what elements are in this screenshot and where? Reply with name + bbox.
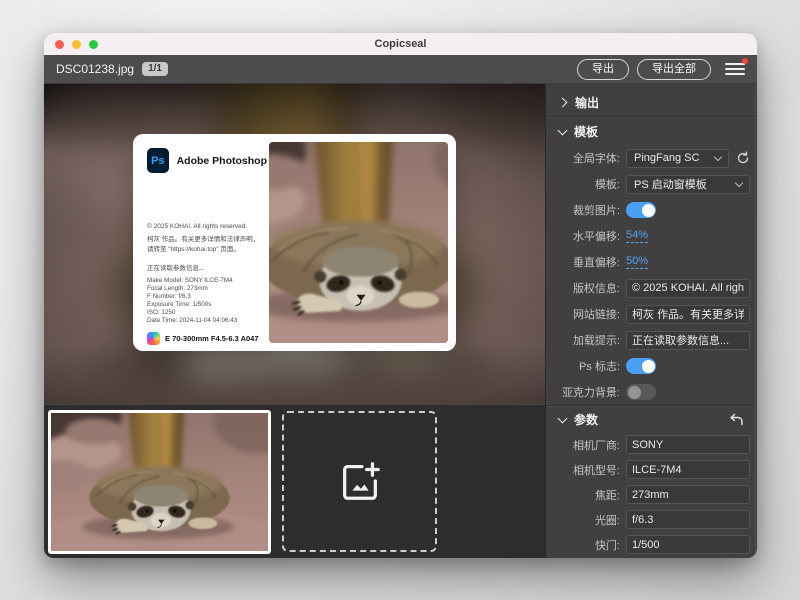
section-output[interactable]: 输出	[546, 88, 757, 116]
template-select[interactable]: PS 启动窗模板	[626, 175, 750, 194]
shutter-label: 快门:	[546, 537, 626, 553]
page-count-badge: 1/1	[142, 62, 168, 76]
copyright-label: 版权信息:	[546, 280, 626, 296]
export-button[interactable]: 导出	[577, 59, 629, 80]
copyright-input[interactable]	[626, 279, 750, 298]
loading-input[interactable]	[626, 331, 750, 350]
acrylic-label: 亚克力背景:	[546, 384, 626, 400]
titlebar: Copicseal	[44, 33, 757, 55]
export-all-button[interactable]: 导出全部	[637, 59, 711, 80]
chevron-down-icon	[558, 413, 568, 423]
aperture-label: 光圈:	[546, 512, 626, 528]
camera-make-row: 相机厂商:	[546, 432, 757, 457]
card-lens-info: E 70-300mm F4.5-6.3 A047	[165, 334, 259, 343]
camera-model-row: 相机型号:	[546, 457, 757, 482]
refresh-fonts-icon[interactable]	[736, 151, 750, 165]
crop-row: 裁剪图片:	[546, 197, 757, 223]
copyright-row: 版权信息:	[546, 275, 757, 301]
shutter-input[interactable]	[626, 535, 750, 554]
ps-logo-row: Ps 标志:	[546, 353, 757, 379]
section-params[interactable]: 参数	[546, 406, 757, 432]
website-row: 网站链接:	[546, 301, 757, 327]
lens-brand-icon	[147, 332, 160, 345]
toolbar: DSC01238.jpg 1/1 导出 导出全部	[44, 55, 757, 84]
chevron-right-icon	[558, 97, 568, 107]
notification-dot	[742, 58, 748, 64]
acrylic-toggle[interactable]	[626, 384, 656, 400]
h-offset-value[interactable]: 54%	[626, 229, 648, 243]
section-template-title: 模板	[574, 123, 598, 140]
font-select[interactable]: PingFang SC	[626, 149, 729, 168]
card-exif-block: Make Model: SONY ILCE-7M4 Focal Length: …	[147, 277, 267, 325]
current-filename: DSC01238.jpg	[56, 62, 134, 76]
focal-length-row: 焦距:	[546, 482, 757, 507]
v-offset-row: 垂直偏移: 50%	[546, 249, 757, 275]
app-window: Copicseal DSC01238.jpg 1/1 导出 导出全部	[44, 33, 757, 558]
watermark-card[interactable]: Ps Adobe Photoshop © 2025 KOHAI. All rig…	[133, 134, 456, 351]
acrylic-row: 亚克力背景:	[546, 379, 757, 405]
card-app-title: Adobe Photoshop	[177, 155, 267, 167]
focal-length-input[interactable]	[626, 485, 750, 504]
camera-model-label: 相机型号:	[546, 462, 626, 478]
card-description: 柯灰 作品。有关更多详情和法律声明， 请转至 “https://kohai.to…	[147, 235, 267, 255]
add-image-icon	[337, 459, 383, 505]
loading-label: 加载提示:	[546, 332, 626, 348]
website-label: 网站链接:	[546, 306, 626, 322]
website-input[interactable]	[626, 305, 750, 324]
aperture-input[interactable]	[626, 510, 750, 529]
shutter-row: 快门:	[546, 532, 757, 557]
card-photo	[269, 142, 448, 343]
v-offset-label: 垂直偏移:	[546, 254, 626, 270]
window-title: Copicseal	[44, 38, 757, 50]
focal-length-label: 焦距:	[546, 487, 626, 503]
h-offset-row: 水平偏移: 54%	[546, 223, 757, 249]
camera-make-label: 相机厂商:	[546, 437, 626, 453]
camera-make-input[interactable]	[626, 435, 750, 454]
template-row: 模板: PS 启动窗模板	[546, 171, 757, 197]
section-params-title: 参数	[574, 411, 598, 428]
chevron-down-icon	[558, 125, 568, 135]
section-output-title: 输出	[575, 94, 599, 111]
crop-toggle[interactable]	[626, 202, 656, 218]
template-label: 模板:	[546, 176, 626, 192]
font-row: 全局字体: PingFang SC	[546, 145, 757, 171]
preview-area: Ps Adobe Photoshop © 2025 KOHAI. All rig…	[44, 84, 545, 404]
camera-model-input[interactable]	[626, 460, 750, 479]
font-label: 全局字体:	[546, 150, 626, 166]
card-copyright: © 2025 KOHAI. All rights reserved.	[147, 223, 267, 230]
settings-panel: 输出 模板 全局字体: PingFang SC	[545, 84, 757, 558]
thumbnail-photo[interactable]	[48, 410, 271, 554]
h-offset-label: 水平偏移:	[546, 228, 626, 244]
card-loading-text: 正在读取参数信息...	[147, 262, 267, 272]
filmstrip	[44, 404, 545, 558]
aperture-row: 光圈:	[546, 507, 757, 532]
loading-row: 加载提示:	[546, 327, 757, 353]
chevron-down-icon	[735, 179, 743, 187]
hamburger-menu-button[interactable]	[725, 60, 745, 78]
v-offset-value[interactable]: 50%	[626, 255, 648, 269]
section-template[interactable]: 模板	[546, 117, 757, 145]
chevron-down-icon	[714, 153, 722, 161]
crop-label: 裁剪图片:	[546, 202, 626, 218]
ps-logo-toggle[interactable]	[626, 358, 656, 374]
reset-params-icon[interactable]	[729, 413, 744, 426]
ps-logo-label: Ps 标志:	[546, 358, 626, 374]
add-image-dropzone[interactable]	[282, 411, 437, 552]
photoshop-logo-icon: Ps	[147, 148, 169, 173]
